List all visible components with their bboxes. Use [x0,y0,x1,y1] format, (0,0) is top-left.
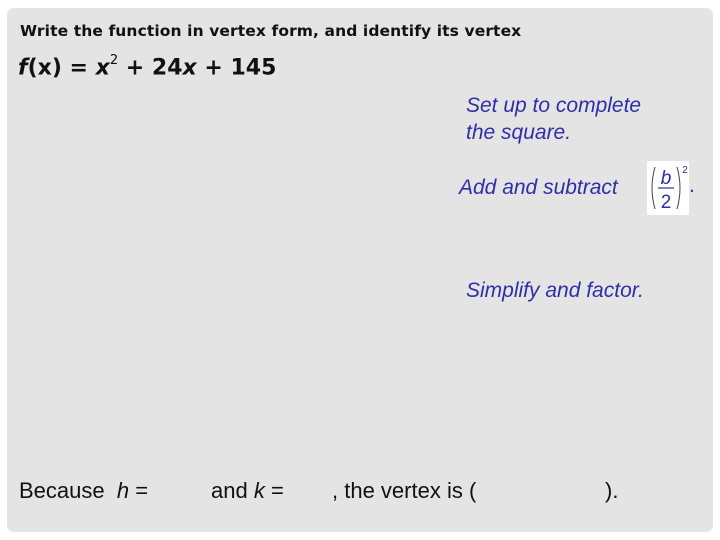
k-equals: = [264,478,284,503]
conclusion-vertex: , the vertex is ( [332,478,477,503]
fraction-trailing-period: . [689,174,695,197]
step-complete-square: Set up to complete the square. [466,92,641,146]
step-add-subtract: Add and subtract [459,176,618,199]
conclusion-k: and k = [211,478,284,504]
h-equals: = [129,478,149,503]
conclusion-because: Because [19,478,117,503]
step-line: the square. [466,121,572,144]
fraction-denominator: 2 [661,192,672,213]
conclusion-and: and [211,478,254,503]
step-simplify-factor: Simplify and factor. [466,279,644,302]
term2-variable: x [182,55,197,81]
fraction-numerator: b [661,168,672,189]
function-name: f [18,55,28,81]
conclusion-close: ). [605,478,619,503]
term2-coefficient: + 24 [118,55,183,81]
term3-constant: + 145 [196,55,277,81]
fraction-graphic: b 2 2 [651,165,688,213]
function-argument: (x) [27,55,62,81]
term1-exponent: 2 [109,53,119,68]
term1-variable: x [95,55,110,81]
fraction-exponent: 2 [682,165,688,176]
slide-title: Write the function in vertex form, and i… [20,22,522,40]
h-variable: h [116,478,130,503]
conclusion-h: Because h = [19,478,148,504]
left-paren-icon [651,166,656,210]
slide-panel [7,8,713,532]
function-equation: f(x) = x2 + 24x + 145 [18,53,277,81]
b-over-2-squared-fraction: b 2 2 [647,161,689,215]
equals-sign: = [61,55,96,81]
step-line: Set up to complete [466,94,642,117]
k-variable: k [253,478,265,503]
right-paren-icon [676,166,681,210]
